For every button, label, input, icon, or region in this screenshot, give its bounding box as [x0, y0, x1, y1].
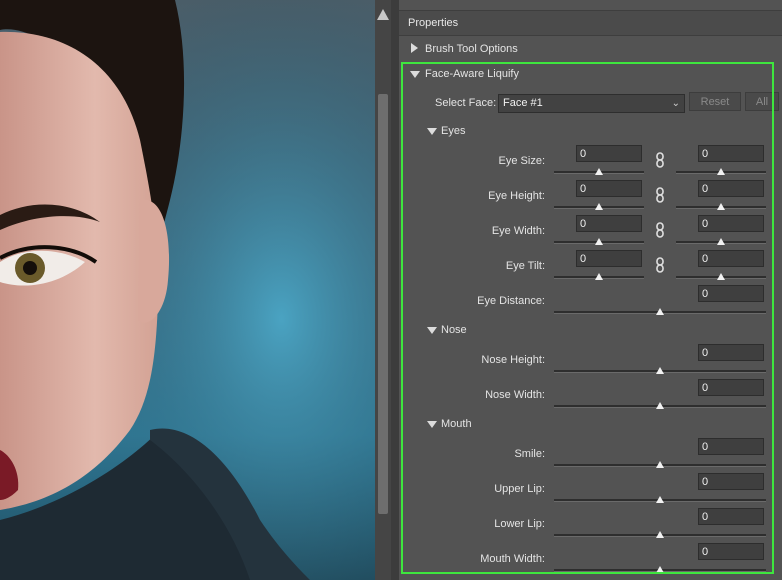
select-face-value: Face #1 — [503, 97, 543, 109]
eye-distance-input[interactable] — [698, 285, 764, 302]
scroll-up-arrow-icon[interactable] — [377, 9, 389, 20]
nose-height-label: Nose Height: — [481, 354, 545, 366]
link-chain-icon[interactable] — [654, 222, 666, 238]
eye-height-right-slider-thumb[interactable] — [717, 203, 725, 210]
mouth-width-label: Mouth Width: — [480, 553, 545, 565]
eye-size-left-slider-thumb[interactable] — [595, 168, 603, 175]
nose-height-input[interactable] — [698, 344, 764, 361]
mouth-width-slider-thumb[interactable] — [656, 566, 664, 573]
select-face-dropdown[interactable]: Face #1 ⌄ — [498, 94, 685, 113]
select-face-label: Select Face: — [435, 97, 497, 109]
collapse-triangle-icon[interactable] — [410, 71, 420, 78]
nose-collapse-triangle-icon[interactable] — [427, 327, 437, 334]
eye-tilt-left-slider-thumb[interactable] — [595, 273, 603, 280]
panel-header: Properties — [399, 10, 782, 36]
eye-width-label: Eye Width: — [491, 225, 545, 237]
eye-width-left-slider-thumb[interactable] — [595, 238, 603, 245]
expand-triangle-icon[interactable] — [411, 43, 418, 53]
lower-lip-input[interactable] — [698, 508, 764, 525]
eye-size-right-slider-thumb[interactable] — [717, 168, 725, 175]
smile-label: Smile: — [514, 448, 545, 460]
eye-tilt-right-slider-thumb[interactable] — [717, 273, 725, 280]
panel-title: Properties — [408, 17, 459, 29]
eye-tilt-label: Eye Tilt: — [505, 260, 545, 272]
eye-height-label: Eye Height: — [488, 190, 545, 202]
eye-distance-slider-thumb[interactable] — [656, 308, 664, 315]
nose-section-header[interactable]: Nose — [441, 324, 467, 336]
eye-size-right-input[interactable] — [698, 145, 764, 162]
panel-divider — [391, 0, 399, 580]
portrait-image — [0, 0, 375, 580]
eye-distance-label: Eye Distance: — [477, 295, 545, 307]
mouth-width-input[interactable] — [698, 543, 764, 560]
face-aware-liquify-header[interactable]: Face-Aware Liquify — [425, 68, 519, 80]
lower-lip-label: Lower Lip: — [494, 518, 545, 530]
eye-height-left-input[interactable] — [576, 180, 642, 197]
eye-width-right-input[interactable] — [698, 215, 764, 232]
reset-button[interactable]: Reset — [689, 92, 741, 111]
link-chain-icon[interactable] — [654, 152, 666, 168]
nose-width-slider-thumb[interactable] — [656, 402, 664, 409]
upper-lip-input[interactable] — [698, 473, 764, 490]
eyes-section-header[interactable]: Eyes — [441, 125, 465, 137]
eye-size-label: Eye Size: — [498, 155, 545, 167]
nose-width-input[interactable] — [698, 379, 764, 396]
eye-size-left-input[interactable] — [576, 145, 642, 162]
nose-width-label: Nose Width: — [485, 389, 545, 401]
eyes-collapse-triangle-icon[interactable] — [427, 128, 437, 135]
lower-lip-slider-thumb[interactable] — [656, 531, 664, 538]
eye-width-left-input[interactable] — [576, 215, 642, 232]
eye-height-right-input[interactable] — [698, 180, 764, 197]
upper-lip-label: Upper Lip: — [494, 483, 545, 495]
scrollbar-thumb[interactable] — [378, 94, 388, 514]
eye-tilt-right-input[interactable] — [698, 250, 764, 267]
smile-input[interactable] — [698, 438, 764, 455]
eye-width-right-slider-thumb[interactable] — [717, 238, 725, 245]
mouth-section-header[interactable]: Mouth — [441, 418, 472, 430]
vertical-scrollbar[interactable] — [375, 0, 391, 580]
brush-tool-options-header[interactable]: Brush Tool Options — [425, 43, 518, 55]
canvas-photo[interactable] — [0, 0, 375, 580]
mouth-collapse-triangle-icon[interactable] — [427, 421, 437, 428]
upper-lip-slider-thumb[interactable] — [656, 496, 664, 503]
chevron-down-icon: ⌄ — [671, 98, 680, 109]
smile-slider-thumb[interactable] — [656, 461, 664, 468]
eye-tilt-left-input[interactable] — [576, 250, 642, 267]
link-chain-icon[interactable] — [654, 257, 666, 273]
eye-height-left-slider-thumb[interactable] — [595, 203, 603, 210]
link-chain-icon[interactable] — [654, 187, 666, 203]
nose-height-slider-thumb[interactable] — [656, 367, 664, 374]
all-button[interactable]: All — [745, 92, 779, 111]
